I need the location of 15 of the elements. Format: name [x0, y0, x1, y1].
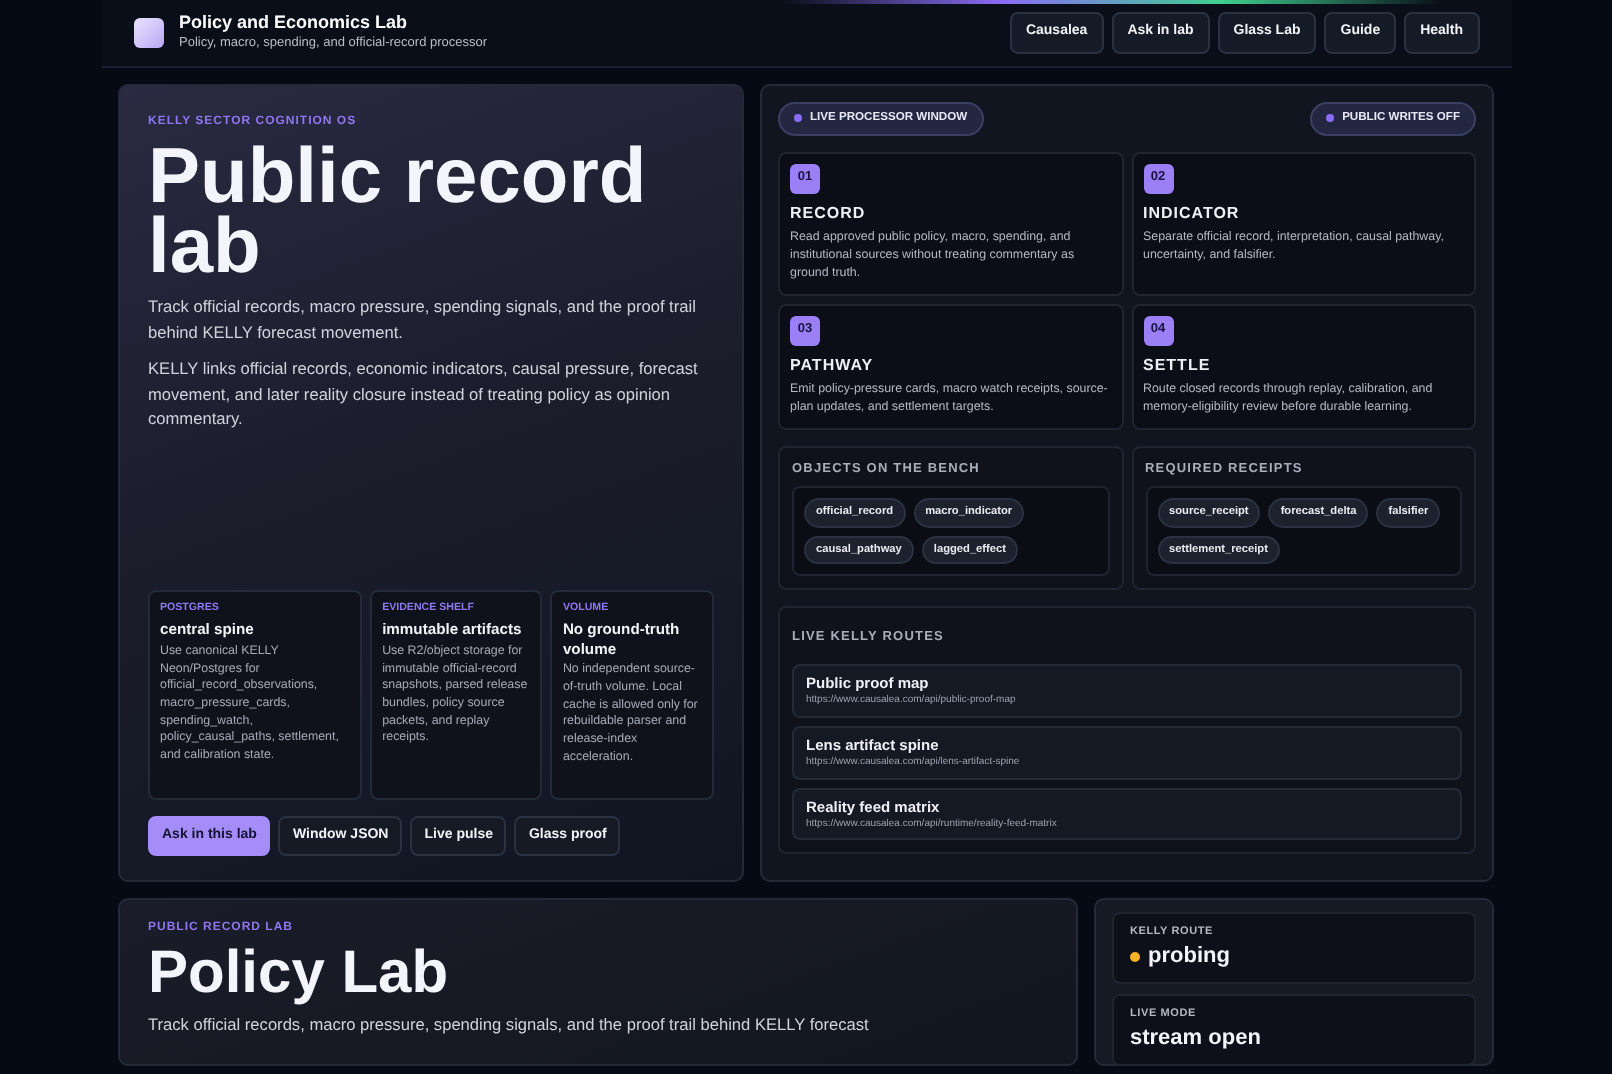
logo-icon	[133, 17, 163, 48]
hero-lead: Track official records, macro pressure, spending signals, and the proof trail behind KELLY forecast movement.	[148, 294, 698, 345]
step-title: RECORD	[790, 201, 868, 226]
dot-icon	[794, 114, 802, 123]
hero-title: Public record lab	[148, 142, 649, 283]
dot-icon	[1326, 114, 1335, 123]
step-title: INDICATOR	[1143, 201, 1242, 226]
status-value: stream open	[1130, 1024, 1261, 1055]
app-title: Policy and Economics Lab	[179, 13, 410, 34]
step-title: SETTLE	[1143, 353, 1213, 378]
lab-title: Policy Lab	[148, 944, 451, 1004]
hero-description: KELLY links official records, economic indicators, causal pressure, forecast movement, and later reality closure instead of treating policy as opinion commentary.	[148, 356, 700, 431]
status-value: probing	[1148, 942, 1230, 973]
step-title: PATHWAY	[790, 353, 876, 378]
lab-lead: Track official records, macro pressure, spending signals, and the proof trail behind KELLY forecast	[148, 1012, 871, 1037]
